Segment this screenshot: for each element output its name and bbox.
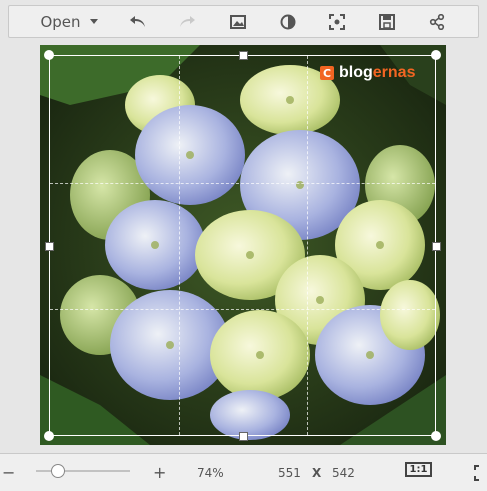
photo [40,45,446,445]
watermark-logo: C blogernas [320,64,415,82]
crop-handle-top-right[interactable] [431,50,441,60]
chevron-down-icon [89,19,98,24]
image-height: 542 [332,465,355,480]
bottom-bar: − + 74% 551 X 542 1:1 [0,453,487,491]
logo-suffix: ernas [372,64,416,81]
crop-handle-top[interactable] [239,51,248,60]
crop-handle-top-left[interactable] [44,50,54,60]
zoom-slider-thumb[interactable] [51,464,65,478]
dimension-separator: X [312,465,322,480]
share-button[interactable] [422,6,452,37]
top-toolbar: Open [8,5,479,38]
logo-text: blogernas [339,64,415,82]
image-button[interactable] [223,6,253,37]
focus-button[interactable] [322,6,352,37]
undo-button[interactable] [123,6,153,37]
logo-prefix: blog [339,64,373,81]
crop-handle-bottom[interactable] [239,432,248,441]
image-width: 551 [278,465,301,480]
share-icon [429,13,445,30]
zoom-percent: 74% [197,465,224,480]
aspect-ratio-button[interactable]: 1:1 [405,462,432,477]
open-label: Open [40,12,81,31]
crop-handle-bottom-left[interactable] [44,431,54,441]
image-icon [230,14,246,29]
redo-icon [180,15,195,27]
zoom-in-button[interactable]: + [153,454,166,491]
undo-icon [130,15,145,27]
fullscreen-icon [474,464,479,481]
focus-icon [329,13,345,30]
save-button[interactable] [372,6,402,37]
crop-handle-left[interactable] [45,242,54,251]
contrast-icon [280,14,296,29]
open-button[interactable]: Open [35,6,103,37]
hydrangea-photo [40,45,446,445]
crop-handle-right[interactable] [432,242,441,251]
crop-handle-bottom-right[interactable] [431,431,441,441]
redo-button[interactable] [172,6,202,37]
logo-mark: C [320,66,334,80]
save-icon [379,13,395,30]
fullscreen-button[interactable] [474,454,487,491]
contrast-button[interactable] [273,6,303,37]
zoom-out-button[interactable]: − [2,454,15,491]
